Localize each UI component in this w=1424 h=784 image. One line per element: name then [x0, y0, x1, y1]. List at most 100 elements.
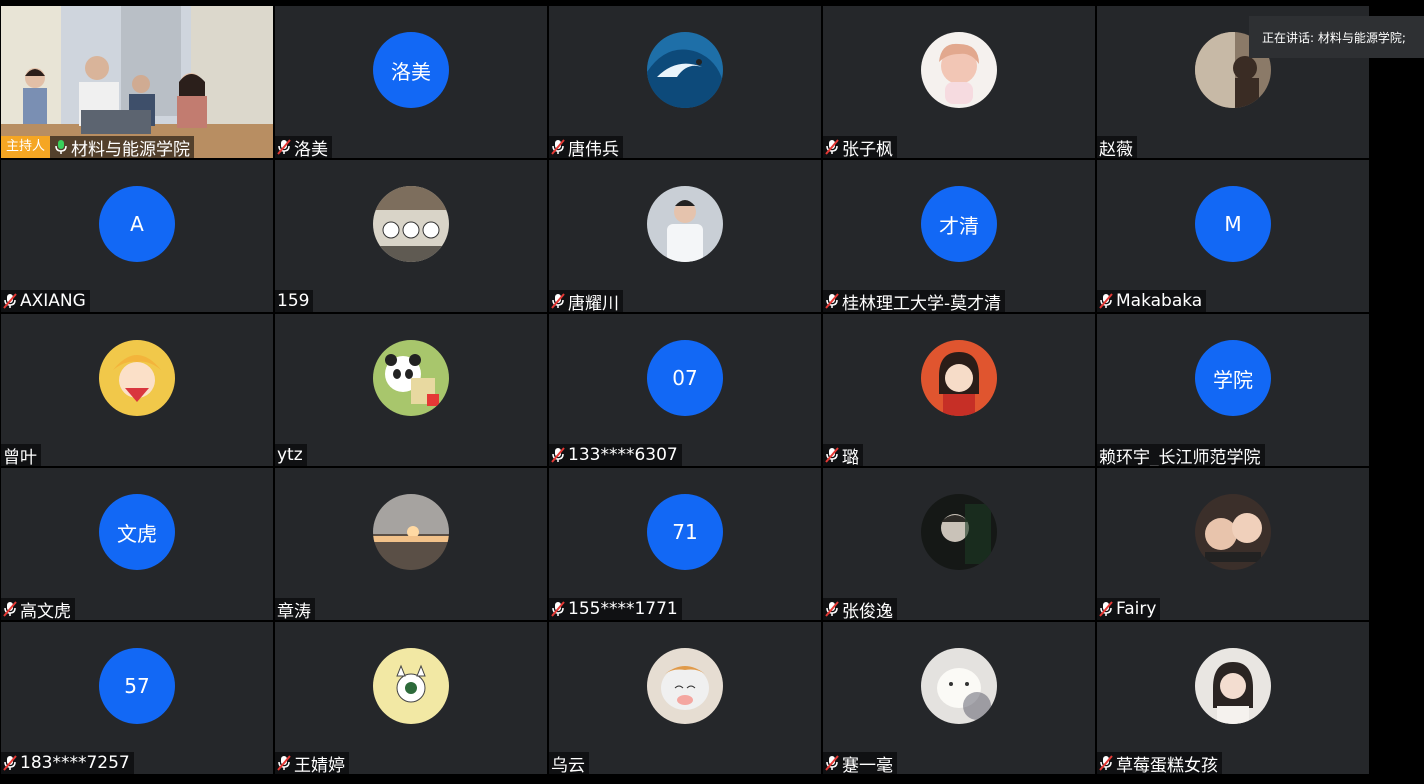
participant-avatar — [921, 32, 997, 108]
participant-avatar: 07 — [647, 340, 723, 416]
avatar-initials: 07 — [672, 366, 698, 390]
participant-name-bar: 曾叶 — [1, 444, 41, 466]
mic-muted-icon — [3, 755, 17, 771]
mic-muted-icon — [551, 447, 565, 463]
participant-avatar — [1195, 494, 1271, 570]
avatar-initials: A — [130, 212, 144, 236]
participant-name: 乌云 — [551, 755, 585, 775]
participant-tile[interactable]: 学院赖环宇_长江师范学院 — [1097, 314, 1369, 466]
participant-name-bar: 唐伟兵 — [549, 136, 623, 158]
participant-avatar: M — [1195, 186, 1271, 262]
participant-avatar: 洛美 — [373, 32, 449, 108]
participant-tile[interactable]: 王婧婷 — [275, 622, 547, 774]
participant-tile[interactable]: 才清桂林理工大学-莫才清 — [823, 160, 1095, 312]
participant-name-bar: 乌云 — [549, 752, 589, 774]
avatar-initials: 57 — [124, 674, 150, 698]
participant-name: 133****6307 — [568, 445, 678, 465]
participant-avatar — [647, 32, 723, 108]
participant-tile[interactable]: 璐 — [823, 314, 1095, 466]
mic-muted-icon — [277, 139, 291, 155]
participant-avatar: 文虎 — [99, 494, 175, 570]
participant-avatar — [373, 340, 449, 416]
participant-tile[interactable]: 洛美 洛美 — [275, 6, 547, 158]
avatar-initials: 学院 — [1213, 367, 1253, 392]
participant-tile[interactable]: 章涛 — [275, 468, 547, 620]
participant-avatar — [921, 494, 997, 570]
participant-name-bar: 高文虎 — [1, 598, 75, 620]
participant-tile[interactable]: 文虎高文虎 — [1, 468, 273, 620]
participant-name-bar: 155****1771 — [549, 598, 682, 620]
participant-avatar — [373, 648, 449, 724]
participant-name-bar: 璐 — [823, 444, 863, 466]
participant-tile[interactable]: M Makabaka — [1097, 160, 1369, 312]
participant-avatar — [373, 186, 449, 262]
participant-name: 王婧婷 — [294, 755, 345, 775]
participant-tile[interactable]: 07 133****6307 — [549, 314, 821, 466]
participant-grid: 主持人 材料与能源学院 洛美 洛美 唐伟兵 张子枫 赵薇 A AXIANG 159 唐耀川 才清 桂林理… — [1, 6, 1369, 777]
participant-tile[interactable]: 草莓蛋糕女孩 — [1097, 622, 1369, 774]
participant-avatar: 57 — [99, 648, 175, 724]
avatar-initials: 71 — [672, 520, 698, 544]
participant-avatar: A — [99, 186, 175, 262]
participant-name-bar: 133****6307 — [549, 444, 682, 466]
participant-name: 曾叶 — [3, 447, 37, 467]
participant-avatar — [647, 186, 723, 262]
participant-name: 183****7257 — [20, 753, 130, 773]
participant-name-bar: 赖环宇_长江师范学院 — [1097, 444, 1265, 466]
participant-name-bar: 张子枫 — [823, 136, 897, 158]
participant-tile[interactable]: ytz — [275, 314, 547, 466]
participant-name-bar: 主持人 材料与能源学院 — [1, 136, 195, 159]
participant-name-bar: 159 — [275, 290, 314, 312]
participant-name: ytz — [277, 445, 303, 465]
participant-tile[interactable]: 曾叶 — [1, 314, 273, 466]
participant-name-bar: 章涛 — [275, 598, 315, 620]
mic-muted-icon — [825, 601, 839, 617]
participant-name: 材料与能源学院 — [71, 139, 191, 159]
participant-tile[interactable]: 71 155****1771 — [549, 468, 821, 620]
participant-name: 桂林理工大学-莫才清 — [842, 293, 1002, 313]
participant-name: 155****1771 — [568, 599, 678, 619]
participant-name-bar: 183****7257 — [1, 752, 134, 774]
participant-tile[interactable]: A AXIANG — [1, 160, 273, 312]
participant-avatar: 才清 — [921, 186, 997, 262]
participant-tile[interactable]: 张子枫 — [823, 6, 1095, 158]
participant-tile[interactable]: 唐耀川 — [549, 160, 821, 312]
mic-muted-icon — [1099, 601, 1113, 617]
participant-name: 张俊逸 — [842, 601, 893, 621]
participant-name: 高文虎 — [20, 601, 71, 621]
participant-tile[interactable]: 57 183****7257 — [1, 622, 273, 774]
participant-tile[interactable]: 主持人 材料与能源学院 — [1, 6, 273, 158]
speaking-label: 正在讲话: 材料与能源学院; — [1262, 30, 1406, 45]
mic-on-icon — [54, 139, 68, 155]
mic-muted-icon — [1099, 293, 1113, 309]
avatar-initials: 洛美 — [391, 59, 431, 84]
participant-tile[interactable]: 乌云 — [549, 622, 821, 774]
participant-name: 章涛 — [277, 601, 311, 621]
participant-tile[interactable]: 唐伟兵 — [549, 6, 821, 158]
participant-name-bar: 唐耀川 — [549, 290, 623, 312]
mic-muted-icon — [825, 755, 839, 771]
participant-tile[interactable]: 159 — [275, 160, 547, 312]
mic-muted-icon — [551, 139, 565, 155]
avatar-initials: 才清 — [939, 213, 979, 238]
participant-name: 蹇一毫 — [842, 755, 893, 775]
participant-tile[interactable]: Fairy — [1097, 468, 1369, 620]
mic-muted-icon — [1099, 755, 1113, 771]
participant-name-bar: 赵薇 — [1097, 136, 1137, 158]
participant-name-bar: 草莓蛋糕女孩 — [1097, 752, 1222, 774]
mic-muted-icon — [825, 447, 839, 463]
participant-tile[interactable]: 蹇一毫 — [823, 622, 1095, 774]
participant-name: 洛美 — [294, 139, 328, 159]
participant-name: 唐伟兵 — [568, 139, 619, 159]
mic-muted-icon — [825, 293, 839, 309]
mic-muted-icon — [3, 601, 17, 617]
mic-muted-icon — [551, 601, 565, 617]
participant-avatar — [99, 340, 175, 416]
participant-name-bar: 桂林理工大学-莫才清 — [823, 290, 1006, 313]
mic-muted-icon — [551, 293, 565, 309]
participant-tile[interactable]: 张俊逸 — [823, 468, 1095, 620]
participant-name-bar: Fairy — [1097, 598, 1161, 620]
participant-name-bar: ytz — [275, 444, 307, 466]
participant-avatar — [647, 648, 723, 724]
participant-avatar: 71 — [647, 494, 723, 570]
